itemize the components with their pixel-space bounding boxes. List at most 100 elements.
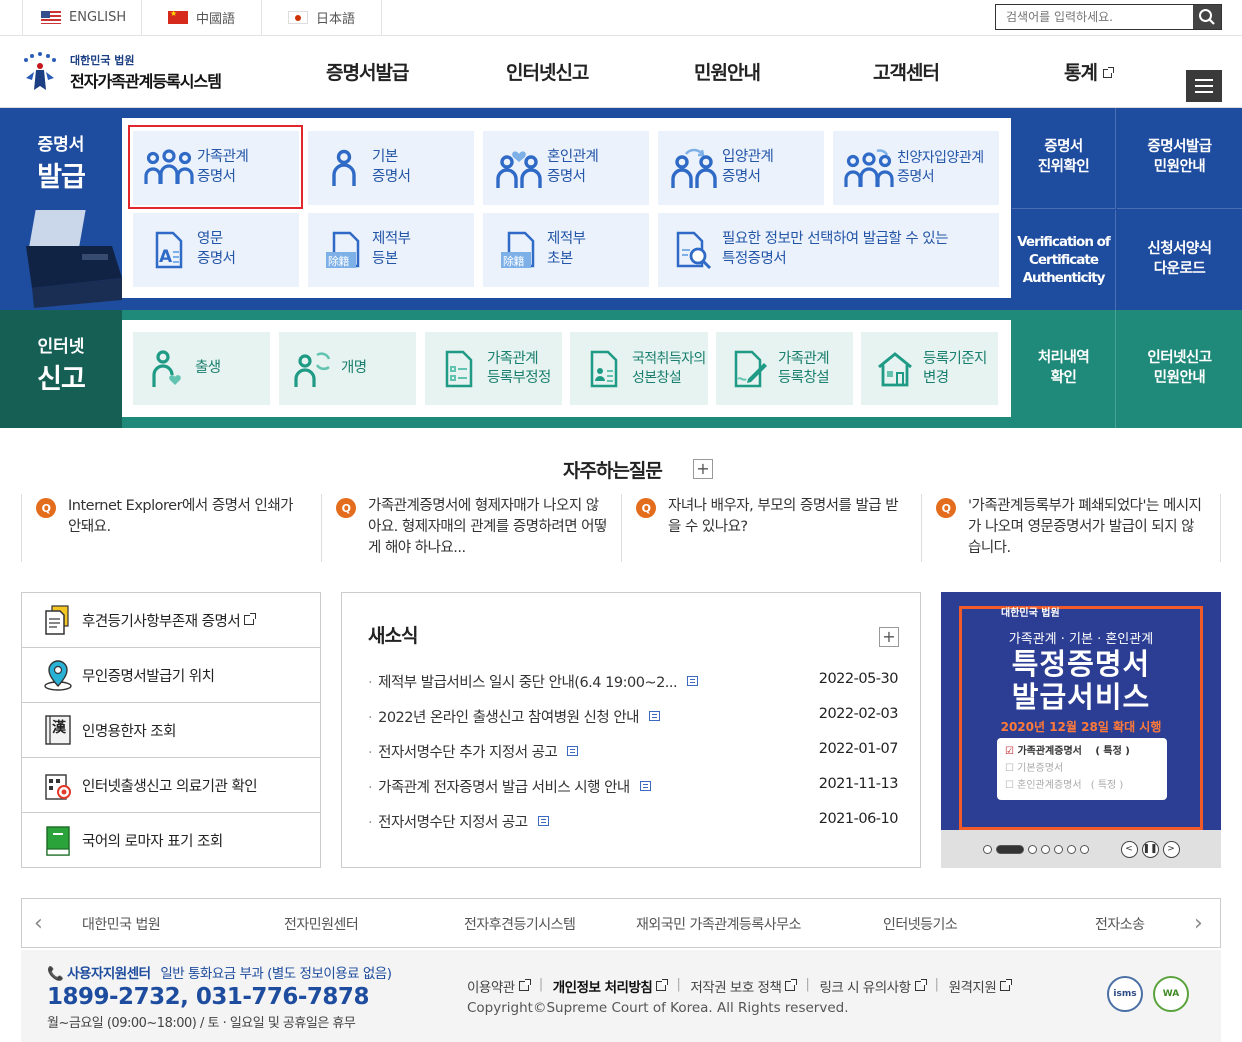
footer-link-remote[interactable]: 원격지원 — [949, 976, 1013, 996]
create-register-icon — [730, 347, 770, 391]
form-download-link[interactable]: 신청서양식 다운로드 — [1117, 210, 1242, 310]
chevron-left-icon[interactable]: ‹ — [34, 911, 43, 936]
support-phone: 1899-2732, 031-776-7878 — [47, 984, 369, 1010]
slide-dot[interactable] — [1027, 844, 1037, 854]
report-base-change[interactable]: 등록기준지 변경 — [861, 332, 998, 405]
certification-logos: isms WA — [1107, 976, 1189, 1012]
cert-verify-link[interactable]: 증명서 진위확인 — [1012, 108, 1116, 209]
removed-register-icon: 除籍 — [491, 226, 547, 274]
lang-chinese-link[interactable]: 中國語 — [142, 0, 262, 35]
faq-item[interactable]: Q 자녀나 배우자, 부모의 증명서를 발급 받을 수 있나요? — [621, 494, 921, 562]
chevron-right-icon[interactable]: › — [1194, 911, 1203, 936]
gnb-report[interactable]: 인터넷신고 — [506, 58, 589, 85]
news-item[interactable]: 2022년 온라인 출생신고 참여병원 신청 안내 2022-02-03 — [368, 706, 898, 727]
cert-marriage[interactable]: 혼인관계 증명서 — [483, 131, 649, 205]
report-guide-link[interactable]: 인터넷신고 민원안내 — [1117, 310, 1242, 428]
banner-card-item: 혼인관계증명서 — [1017, 780, 1082, 791]
faq-item[interactable]: Q 가족관계증명서에 형제자매가 나오지 않아요. 형제자매의 관계를 증명하려면… — [321, 494, 621, 562]
next-slide-button[interactable]: > — [1162, 840, 1180, 858]
report-correction[interactable]: 가족관계 등록부정정 — [425, 332, 562, 405]
cert-authenticity-link[interactable]: Verification of Certificate Authenticity — [1012, 210, 1116, 310]
lang-label: ENGLISH — [69, 10, 127, 25]
footer-link-copyright[interactable]: 저작권 보호 정책 — [690, 976, 798, 996]
report-label: 등록기준지 변경 — [923, 350, 987, 386]
gnb-civil[interactable]: 민원안내 — [694, 58, 761, 85]
history-check-link[interactable]: 처리내역 확인 — [1012, 310, 1116, 428]
faq-more-button[interactable]: + — [693, 459, 713, 479]
banner-subtitle: 가족관계 · 기본 · 혼인관계 — [1008, 632, 1154, 647]
cert-english[interactable]: A 영문 증명서 — [133, 213, 299, 287]
search-input[interactable] — [996, 5, 1193, 29]
quick-romanization[interactable]: 국어의 로마자 표기 조회 — [22, 813, 320, 868]
doc-search-icon — [666, 226, 722, 274]
jp-flag-icon — [288, 11, 308, 24]
cert-guide-link[interactable]: 증명서발급 민원안내 — [1117, 108, 1242, 209]
promo-banner[interactable]: 대한민국 법원 가족관계 · 기본 · 혼인관계 특정증명서 발급서비스 202… — [941, 592, 1221, 868]
related-site-link[interactable]: 재외국민 가족관계등록사무소 — [636, 914, 801, 934]
svg-text:漢: 漢 — [52, 719, 67, 736]
faq-text: 가족관계증명서에 형제자매가 나오지 않아요. 형제자매의 관계를 증명하려면 … — [368, 498, 607, 556]
section-label-small: 인터넷 — [37, 337, 85, 357]
person-icon — [316, 144, 372, 192]
search-icon — [1199, 9, 1215, 25]
related-site-link[interactable]: 전자소송 — [1095, 914, 1145, 934]
report-label: 가족관계 등록창설 — [778, 350, 830, 386]
search-button[interactable] — [1193, 5, 1221, 29]
cert-removed-abstract[interactable]: 除籍 제적부 초본 — [483, 213, 649, 287]
slide-dot[interactable] — [982, 844, 992, 854]
lang-english-link[interactable]: ENGLISH — [22, 0, 142, 35]
cert-removed-copy[interactable]: 除籍 제적부 등본 — [308, 213, 474, 287]
nationality-icon — [584, 347, 624, 391]
wa-badge-icon: WA — [1153, 976, 1189, 1012]
correction-icon — [439, 347, 479, 391]
news-item-title: 전자서명수단 지정서 공고 — [378, 815, 528, 831]
slide-dot[interactable] — [1066, 844, 1076, 854]
report-rename[interactable]: 개명 — [279, 332, 416, 405]
quick-kiosk-location[interactable]: 무인증명서발급기 위치 — [22, 648, 320, 703]
footer-link-terms[interactable]: 이용약관 — [467, 976, 531, 996]
gnb-certificate[interactable]: 증명서발급 — [326, 58, 409, 85]
news-item[interactable]: 가족관계 전자증명서 발급 서비스 시행 안내 2021-11-13 — [368, 776, 898, 797]
banner-card-tag: ( 특정 ) — [1095, 746, 1130, 757]
site-logo[interactable]: 대한민국 법원 전자가족관계등록시스템 — [18, 50, 222, 94]
gnb-customer[interactable]: 고객센터 — [873, 58, 940, 85]
news-item[interactable]: 전자서명수단 추가 지정서 공고 2022-01-07 — [368, 741, 898, 762]
prev-slide-button[interactable]: < — [1120, 840, 1138, 858]
footer-link-linking[interactable]: 링크 시 유의사항 — [819, 976, 927, 996]
footer-link-privacy[interactable]: 개인정보 처리방침 — [553, 976, 669, 996]
cert-specific[interactable]: 필요한 정보만 선택하여 발급할 수 있는 특정증명서 — [658, 213, 999, 287]
isms-badge-icon: isms — [1107, 976, 1143, 1012]
cert-adoption[interactable]: 입양관계 증명서 — [658, 131, 824, 205]
slide-dot[interactable] — [1040, 844, 1050, 854]
printer-icon — [26, 210, 122, 308]
news-item-date: 2022-05-30 — [818, 671, 899, 687]
gnb-statistics[interactable]: 통계 — [1064, 58, 1114, 85]
quick-hanja-lookup[interactable]: 漢 인명용한자 조회 — [22, 703, 320, 758]
faq-item[interactable]: Q Internet Explorer에서 증명서 인쇄가 안돼요. — [21, 494, 321, 562]
related-site-link[interactable]: 전자민원센터 — [284, 914, 359, 934]
svg-text:A: A — [159, 247, 173, 267]
lang-japanese-link[interactable]: 日本語 — [262, 0, 382, 35]
news-more-button[interactable]: + — [879, 627, 899, 647]
faq-item[interactable]: Q '가족관계등록부가 폐쇄되었다'는 메시지가 나오며 영문증명서가 발급이 되… — [921, 494, 1221, 562]
cert-basic[interactable]: 기본 증명서 — [308, 131, 474, 205]
english-doc-icon: A — [141, 226, 197, 274]
svg-text:除籍: 除籍 — [503, 254, 524, 268]
related-site-link[interactable]: 대한민국 법원 — [82, 914, 161, 934]
faq-text: Internet Explorer에서 증명서 인쇄가 안돼요. — [68, 498, 294, 535]
report-nationality[interactable]: 국적취득자의 성본창설 — [570, 332, 708, 405]
report-create[interactable]: 가족관계 등록창설 — [716, 332, 853, 405]
news-item[interactable]: 제적부 발급서비스 일시 중단 안내(6.4 19:00~2... 2022-05… — [368, 671, 898, 692]
related-site-link[interactable]: 전자후견등기시스템 — [464, 914, 576, 934]
all-menu-button[interactable] — [1186, 70, 1222, 102]
report-birth[interactable]: 출생 — [133, 332, 270, 405]
slide-dot[interactable] — [1079, 844, 1089, 854]
cert-full-adoption[interactable]: 친양자입양관계 증명서 — [833, 131, 999, 205]
news-item[interactable]: 전자서명수단 지정서 공고 2021-06-10 — [368, 811, 898, 832]
slide-dot[interactable] — [1053, 844, 1063, 854]
pause-button[interactable]: ❚❚ — [1141, 840, 1159, 858]
related-site-link[interactable]: 인터넷등기소 — [883, 914, 958, 934]
slide-dot-active[interactable] — [995, 844, 1024, 854]
quick-hospital-check[interactable]: 인터넷출생신고 의료기관 확인 — [22, 758, 320, 813]
quick-guardian-cert[interactable]: 후견등기사항부존재 증명서 — [22, 593, 320, 648]
